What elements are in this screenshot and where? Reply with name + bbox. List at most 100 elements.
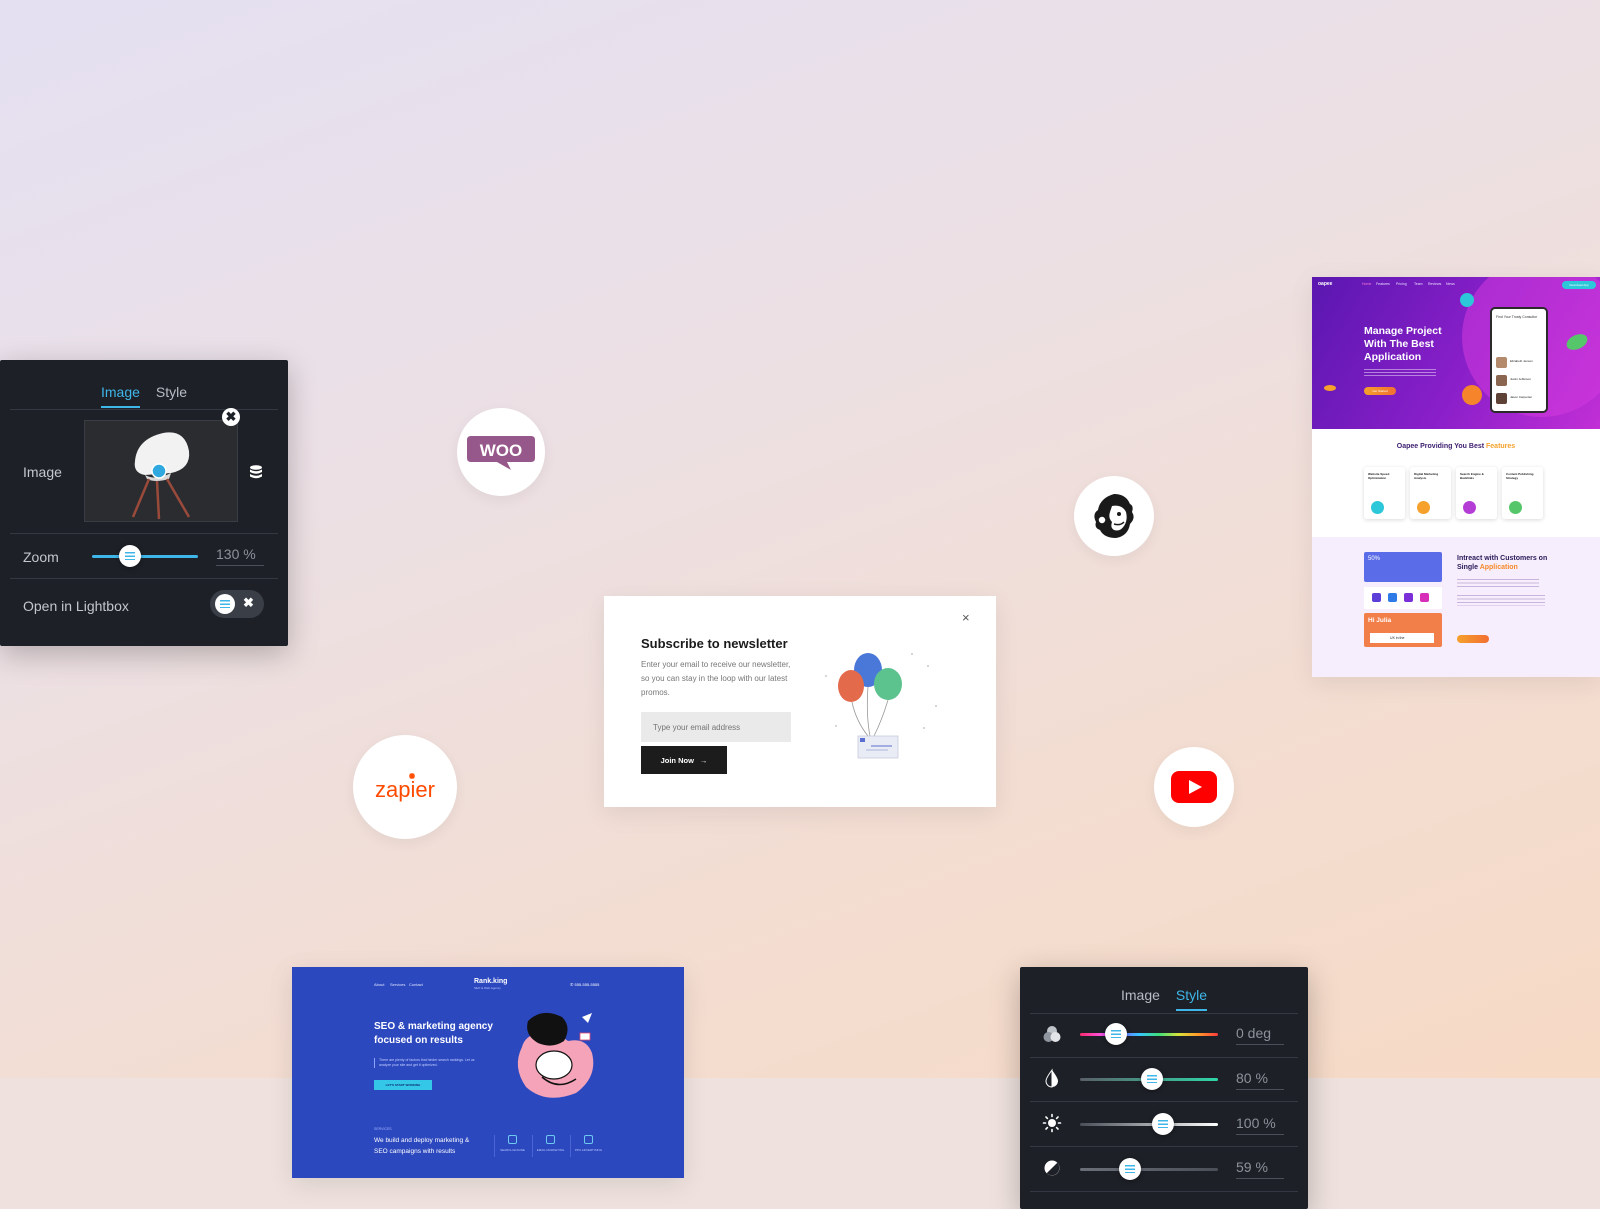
phone-number[interactable]: ✆ 555-555-5555 [570, 982, 599, 987]
decor-blob [1324, 385, 1336, 391]
mailchimp-icon [1094, 494, 1134, 538]
rankking-description: There are plenty of factors that hinder … [374, 1058, 478, 1068]
nav-team[interactable]: Team [1414, 282, 1423, 286]
nav-services[interactable]: Services [390, 982, 405, 987]
feature-card[interactable]: Digital Marketing Analysis [1410, 467, 1451, 519]
feature-card[interactable]: Search Engine & Backlinks [1456, 467, 1497, 519]
zapier-logo: zapier [353, 735, 457, 839]
feature-email-marketing[interactable]: EMAIL MARKETING [532, 1135, 568, 1157]
profile-sub: UX in the [1370, 633, 1434, 643]
brand-tagline: SEO & Web Agency [474, 986, 501, 990]
saturation-slider-handle[interactable] [1140, 1068, 1163, 1090]
nav-home[interactable]: Home [1362, 282, 1371, 286]
brightness-slider-track[interactable] [1080, 1123, 1218, 1126]
hue-slider-handle[interactable] [1104, 1023, 1127, 1045]
join-now-label: Join Now [660, 755, 694, 765]
zoom-slider-track[interactable] [92, 555, 198, 558]
saturation-drop-icon [1045, 1068, 1058, 1088]
nav-contact[interactable]: Contact [409, 982, 423, 987]
oapee-logo[interactable]: oapee [1318, 281, 1332, 287]
divider [1030, 1146, 1298, 1147]
rankking-tagline: We build and deploy marketing & SEO camp… [374, 1137, 470, 1155]
oapee-hero: oapee Home Features Pricing Team Reviews… [1312, 277, 1600, 429]
hero-illustration [517, 1012, 594, 1098]
tab-image[interactable]: Image [1121, 987, 1160, 1011]
background-floor [0, 1078, 1600, 1209]
contact-row: Jason Carpenter [1496, 393, 1544, 405]
oapee-website-preview: oapee Home Features Pricing Team Reviews… [1312, 277, 1600, 677]
divider [10, 533, 278, 534]
lightbox-toggle[interactable]: ✖ [210, 590, 264, 618]
download-app-button[interactable]: Download App [1562, 281, 1596, 289]
stat-value: 50% [1368, 556, 1381, 562]
get-started-button[interactable]: Get Started [1364, 387, 1396, 395]
join-now-button[interactable]: Join Now → [641, 746, 727, 774]
brightness-slider-handle[interactable] [1151, 1113, 1174, 1135]
feature-search-engine[interactable]: SEARCH ENGINE [494, 1135, 530, 1157]
hue-slider-track[interactable] [1080, 1033, 1218, 1036]
arrow-right-icon: → [699, 755, 708, 765]
nav-reviews[interactable]: Reviews [1428, 282, 1441, 286]
start-working-button[interactable]: LET'S START WORKING [374, 1080, 432, 1090]
feature-card[interactable]: Content Publishing Strategy [1502, 467, 1543, 519]
services-label: SERVICES [374, 1127, 392, 1131]
tab-style[interactable]: Style [1175, 987, 1208, 1011]
feature-card[interactable]: Website Speed Optimization [1364, 467, 1405, 519]
contrast-value-field[interactable]: 59 % [1236, 1159, 1284, 1179]
avatar [1496, 375, 1507, 386]
image-label: Image [23, 464, 62, 480]
contrast-slider-track[interactable] [1080, 1168, 1218, 1171]
toggle-off-icon: ✖ [243, 595, 254, 610]
tab-image[interactable]: Image [101, 384, 140, 408]
features-title: Oapee Providing You Best Features [1396, 443, 1516, 450]
tab-style[interactable]: Style [156, 384, 187, 408]
chair-image [131, 432, 191, 520]
youtube-icon [1171, 771, 1217, 803]
target-icon [508, 1135, 517, 1144]
zoom-value-field[interactable]: 130 % [216, 546, 264, 566]
contact-name: Justin Jefferson [1510, 377, 1531, 381]
feature-ppc-advertising[interactable]: PPC ADVERTISING [570, 1135, 606, 1157]
panel-tabs: Image Style [1121, 987, 1208, 1011]
app-icons-row [1364, 587, 1442, 609]
contact-name: Elizabeth Jenson [1510, 359, 1533, 363]
zoom-slider-handle[interactable] [119, 545, 142, 567]
nav-pricing[interactable]: Pricing [1396, 282, 1407, 286]
contrast-icon [1044, 1160, 1060, 1176]
feature-icon [1417, 501, 1430, 514]
decor-blob [1462, 385, 1482, 405]
nav-news[interactable]: News [1446, 282, 1455, 286]
rankking-website-preview: About Services Contact Rank.king SEO & W… [292, 967, 684, 1178]
stat-card: 50% [1364, 552, 1442, 582]
rankking-headline: SEO & marketing agency focused on result… [374, 1021, 493, 1046]
image-preview[interactable] [84, 420, 238, 522]
lightbox-label: Open in Lightbox [23, 598, 129, 614]
zoom-label: Zoom [23, 549, 59, 565]
decor-blob [1460, 293, 1474, 307]
interact-title: Intreact with Customers on Single Applic… [1457, 555, 1548, 571]
nav-about[interactable]: About [374, 982, 384, 987]
text-lines [1457, 579, 1539, 587]
woocommerce-logo: WOO [457, 408, 545, 496]
contact-name: Jason Carpenter [1510, 395, 1533, 399]
divider [1030, 1101, 1298, 1102]
brightness-sun-icon [1042, 1113, 1062, 1133]
cta-button[interactable] [1457, 635, 1489, 643]
remove-image-button[interactable]: ✖ [222, 408, 240, 426]
contrast-slider-handle[interactable] [1118, 1158, 1141, 1180]
image-settings-panel: Image Style Image ✖ Zoom 130 % Open in L… [0, 360, 288, 646]
nav-features[interactable]: Features [1376, 282, 1390, 286]
text-lines [1457, 595, 1545, 606]
oapee-headline: Manage Project With The Best Application [1364, 325, 1442, 363]
saturation-value-field[interactable]: 80 % [1236, 1070, 1284, 1090]
balloons-illustration [825, 653, 937, 759]
brightness-value-field[interactable]: 100 % [1236, 1115, 1284, 1135]
database-icon[interactable] [248, 464, 264, 480]
avatar [1496, 393, 1507, 404]
email-input[interactable] [641, 712, 791, 742]
newsletter-modal: × Subscribe to newsletter Enter your ema… [604, 596, 996, 807]
rankking-logo[interactable]: Rank.king [474, 978, 507, 985]
close-icon[interactable]: × [962, 610, 970, 625]
hue-value-field[interactable]: 0 deg [1236, 1025, 1284, 1045]
panel-tabs: Image Style [101, 384, 187, 408]
